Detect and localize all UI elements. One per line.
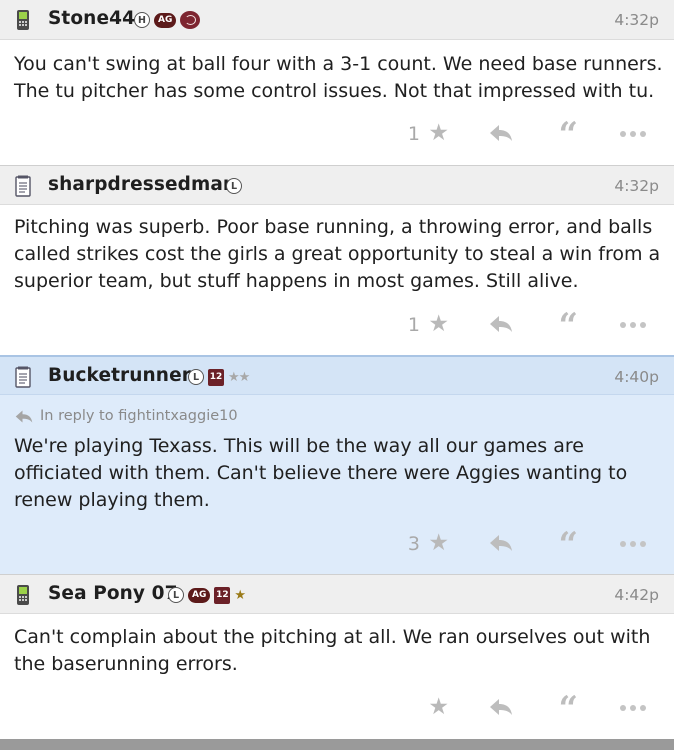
more-dots-icon[interactable] xyxy=(620,131,646,137)
l-badge: L xyxy=(188,369,204,385)
like-count: 1 xyxy=(407,314,420,336)
post-body: Can't complain about the pitching at all… xyxy=(0,614,674,739)
quote-icon[interactable]: “ xyxy=(558,525,578,565)
post-text: You can't swing at ball four with a 3-1 … xyxy=(14,53,663,102)
post: Sea Pony 07 L AG 12 ★ 4:42p Can't compla… xyxy=(0,574,674,739)
l-badge: L xyxy=(168,587,184,603)
post-text: We're playing Texass. This will be the w… xyxy=(14,435,628,511)
phone-icon xyxy=(13,9,33,31)
ag-badge: AG xyxy=(188,587,211,603)
more-dots-icon[interactable] xyxy=(620,541,646,547)
notepad-icon xyxy=(13,366,33,388)
reply-to-text: In reply to fightintxaggie10 xyxy=(40,408,238,424)
post-actions: ★ “ xyxy=(0,689,674,729)
post-text: Pitching was superb. Poor base running, … xyxy=(14,216,661,292)
star-rating: ★★ xyxy=(228,369,250,385)
username[interactable]: Sea Pony 07 xyxy=(48,583,178,604)
quote-icon[interactable]: “ xyxy=(558,306,578,346)
post-header: Sea Pony 07 L AG 12 ★ 4:42p xyxy=(0,574,674,614)
post-header: Bucketrunner L 12 ★★ 4:40p xyxy=(0,355,674,395)
post-time: 4:32p xyxy=(614,11,659,29)
post-body: You can't swing at ball four with a 3-1 … xyxy=(0,40,674,165)
username[interactable]: Stone44 xyxy=(48,8,135,29)
post-body: Pitching was superb. Poor base running, … xyxy=(0,205,674,355)
username[interactable]: sharpdressedman xyxy=(48,174,236,195)
user-badges: H AG xyxy=(134,10,201,30)
l-badge: L xyxy=(226,178,242,194)
reply-to-link[interactable]: In reply to fightintxaggie10 xyxy=(14,408,238,424)
post-header: sharpdressedman L 4:32p xyxy=(0,165,674,205)
post-actions: 3 ★ “ xyxy=(0,525,674,565)
user-badges: L 12 ★★ xyxy=(188,367,250,387)
post-actions: 1 ★ “ xyxy=(0,115,674,155)
reply-arrow-icon[interactable] xyxy=(488,123,514,143)
post-text: Can't complain about the pitching at all… xyxy=(14,626,651,675)
post-time: 4:40p xyxy=(614,368,659,386)
more-dots-icon[interactable] xyxy=(620,705,646,711)
ag-badge: AG xyxy=(154,12,177,28)
like-star-icon[interactable]: ★ xyxy=(428,694,449,720)
twelfth-man-badge: 12 xyxy=(214,586,231,604)
reply-arrow-icon[interactable] xyxy=(488,697,514,717)
like-star-icon[interactable]: ★ xyxy=(428,120,449,146)
post: Stone44 H AG 4:32p You can't swing at ba… xyxy=(0,0,674,165)
post-time: 4:42p xyxy=(614,586,659,604)
phone-icon xyxy=(13,584,33,606)
like-star-icon[interactable]: ★ xyxy=(428,530,449,556)
like-count: 1 xyxy=(407,123,420,145)
notepad-icon xyxy=(13,175,33,197)
user-badges: L AG 12 ★ xyxy=(168,585,246,605)
post-time: 4:32p xyxy=(614,177,659,195)
post-actions: 1 ★ “ xyxy=(0,306,674,346)
username[interactable]: Bucketrunner xyxy=(48,365,191,386)
like-star-icon[interactable]: ★ xyxy=(428,311,449,337)
post: sharpdressedman L 4:32p Pitching was sup… xyxy=(0,165,674,355)
user-badges: L xyxy=(226,176,242,196)
more-dots-icon[interactable] xyxy=(620,322,646,328)
quote-icon[interactable]: “ xyxy=(558,689,578,729)
quote-icon[interactable]: “ xyxy=(558,115,578,155)
post-highlighted: Bucketrunner L 12 ★★ 4:40p In reply to f… xyxy=(0,355,674,574)
reply-arrow-icon[interactable] xyxy=(488,314,514,334)
post-body: In reply to fightintxaggie10 We're playi… xyxy=(0,395,674,574)
reply-arrow-icon xyxy=(14,409,34,424)
maroon-team-logo-icon xyxy=(180,11,201,29)
reply-arrow-icon[interactable] xyxy=(488,533,514,553)
twelfth-man-badge: 12 xyxy=(208,368,224,386)
post-header: Stone44 H AG 4:32p xyxy=(0,0,674,40)
bottom-bar xyxy=(0,739,674,750)
h-badge: H xyxy=(134,12,150,28)
like-count: 3 xyxy=(407,533,420,555)
star-rating: ★ xyxy=(234,587,246,603)
